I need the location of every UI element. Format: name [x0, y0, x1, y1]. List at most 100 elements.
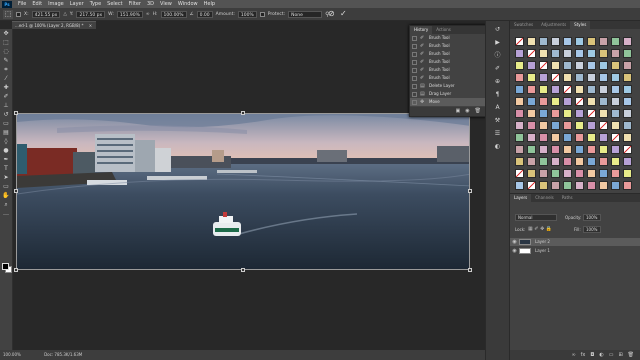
style-preset-swatch[interactable] [623, 121, 632, 130]
style-preset-swatch[interactable] [515, 169, 524, 178]
style-preset-swatch[interactable] [527, 157, 536, 166]
style-preset-swatch[interactable] [599, 109, 608, 118]
tab-layers[interactable]: Layers [510, 194, 532, 202]
clone-stamp-tool-icon[interactable]: ⊥ [1, 101, 12, 110]
style-preset-swatch[interactable] [575, 157, 584, 166]
opacity-field[interactable]: 100% [583, 214, 601, 221]
style-preset-swatch[interactable] [599, 85, 608, 94]
history-item[interactable]: ✐ Brush Tool [410, 74, 486, 82]
history-source-checkbox[interactable] [412, 43, 417, 49]
history-item[interactable]: ✐ Brush Tool [410, 34, 486, 42]
style-preset-swatch[interactable] [575, 37, 584, 46]
style-preset-swatch[interactable] [623, 169, 632, 178]
tab-adjustments[interactable]: Adjustments [537, 21, 570, 29]
style-preset-swatch[interactable] [587, 49, 596, 58]
style-preset-swatch[interactable] [587, 121, 596, 130]
document-size[interactable]: Doc: 785.3K/1.63M [44, 352, 82, 357]
style-preset-swatch[interactable] [611, 145, 620, 154]
lock-icons[interactable]: ▦ ✐ ✥ 🔒 [528, 226, 552, 232]
adjustments-icon[interactable]: ◐ [492, 142, 503, 151]
style-preset-swatch[interactable] [515, 73, 524, 82]
style-preset-swatch[interactable] [515, 49, 524, 58]
add-mask-icon[interactable]: ◘ [590, 350, 594, 360]
style-preset-swatch[interactable] [623, 37, 632, 46]
delta-icon[interactable]: △ [63, 12, 66, 17]
style-preset-swatch[interactable] [539, 49, 548, 58]
style-preset-swatch[interactable] [551, 37, 560, 46]
style-preset-swatch[interactable] [599, 145, 608, 154]
visibility-eye-icon[interactable]: ◉ [510, 247, 519, 255]
move-tool-icon[interactable]: ✥ [1, 29, 12, 38]
eraser-tool-icon[interactable]: ▭ [1, 119, 12, 128]
style-preset-swatch[interactable] [527, 49, 536, 58]
menu-file[interactable]: File [15, 1, 29, 7]
history-item-selected[interactable]: ✥ Move [410, 98, 486, 106]
style-preset-swatch[interactable] [623, 49, 632, 58]
style-preset-swatch[interactable] [623, 157, 632, 166]
style-preset-swatch[interactable] [587, 73, 596, 82]
style-preset-swatch[interactable] [551, 73, 560, 82]
history-item[interactable]: ▤ Delete Layer [410, 82, 486, 90]
history-panel-icon[interactable]: ↺ [492, 25, 503, 34]
fx-icon[interactable]: fx [581, 350, 586, 360]
layer-row[interactable]: ◉ Layer 1 [510, 247, 640, 255]
info-icon[interactable]: ⓘ [492, 51, 503, 60]
character-icon[interactable]: A [492, 103, 503, 112]
x-field[interactable]: 421.55 px [31, 10, 61, 18]
menu-window[interactable]: Window [175, 1, 201, 7]
style-preset-swatch[interactable] [539, 157, 548, 166]
style-preset-swatch[interactable] [527, 85, 536, 94]
style-preset-swatch[interactable] [515, 133, 524, 142]
style-preset-swatch[interactable] [563, 97, 572, 106]
transform-tool-icon[interactable]: ⬚ [3, 9, 13, 19]
brush-presets-icon[interactable]: ✐ [492, 64, 503, 73]
style-preset-swatch[interactable] [515, 37, 524, 46]
link-icon[interactable]: ∞ [146, 12, 150, 17]
history-item[interactable]: ✐ Brush Tool [410, 42, 486, 50]
style-preset-swatch[interactable] [575, 145, 584, 154]
style-preset-swatch[interactable] [599, 73, 608, 82]
pen-tool-icon[interactable]: ✒ [1, 155, 12, 164]
lasso-tool-icon[interactable]: ◌ [1, 47, 12, 56]
style-preset-swatch[interactable] [563, 133, 572, 142]
cancel-transform-icon[interactable]: ⊘ [328, 9, 335, 18]
history-source-checkbox[interactable] [412, 91, 417, 97]
style-preset-swatch[interactable] [527, 73, 536, 82]
foreground-color-swatch[interactable] [2, 263, 9, 270]
style-preset-swatch[interactable] [599, 37, 608, 46]
height-field[interactable]: 100.00% [160, 10, 187, 18]
style-preset-swatch[interactable] [599, 61, 608, 70]
transform-handle-bc[interactable] [241, 268, 245, 272]
style-preset-swatch[interactable] [539, 109, 548, 118]
trash-icon[interactable]: 🗑 [628, 350, 634, 360]
zoom-tool-icon[interactable]: ⌕ [1, 200, 12, 209]
path-selection-tool-icon[interactable]: ➤ [1, 173, 12, 182]
style-preset-swatch[interactable] [563, 37, 572, 46]
style-preset-swatch[interactable] [539, 121, 548, 130]
style-preset-swatch[interactable] [551, 97, 560, 106]
style-preset-swatch[interactable] [611, 133, 620, 142]
style-preset-swatch[interactable] [575, 133, 584, 142]
transform-handle-ml[interactable] [14, 189, 18, 193]
style-preset-swatch[interactable] [539, 37, 548, 46]
style-preset-swatch[interactable] [575, 181, 584, 190]
style-preset-swatch[interactable] [611, 37, 620, 46]
style-preset-swatch[interactable] [599, 157, 608, 166]
transform-handle-mr[interactable] [468, 189, 472, 193]
history-source-checkbox[interactable] [412, 35, 417, 41]
tool-presets-icon[interactable]: ⚒ [492, 116, 503, 125]
style-preset-swatch[interactable] [611, 85, 620, 94]
history-source-checkbox[interactable] [412, 59, 417, 65]
reference-point-checkbox[interactable] [16, 11, 21, 17]
style-preset-swatch[interactable] [623, 85, 632, 94]
style-preset-swatch[interactable] [563, 61, 572, 70]
clone-source-icon[interactable]: ⊕ [492, 77, 503, 86]
menu-image[interactable]: Image [45, 1, 67, 7]
style-preset-swatch[interactable] [563, 85, 572, 94]
style-preset-swatch[interactable] [623, 181, 632, 190]
crop-tool-icon[interactable]: ⌗ [1, 65, 12, 74]
style-preset-swatch[interactable] [539, 133, 548, 142]
style-preset-swatch[interactable] [527, 133, 536, 142]
trash-icon[interactable]: 🗑 [475, 107, 481, 116]
blur-tool-icon[interactable]: ◊ [1, 137, 12, 146]
